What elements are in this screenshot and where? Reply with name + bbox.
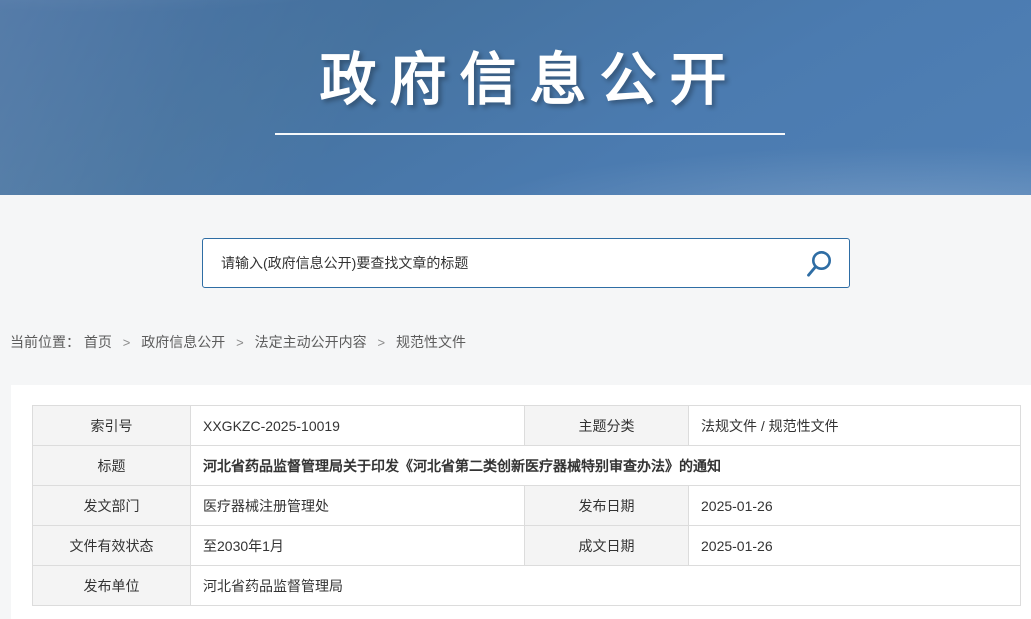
banner-underline (275, 133, 785, 135)
page-title: 政府信息公开 (14, 0, 1031, 116)
content-panel: 索引号 XXGKZC-2025-10019 主题分类 法规文件 / 规范性文件 … (11, 385, 1031, 619)
breadcrumb-item-home[interactable]: 首页 (84, 334, 112, 350)
subject-category-value: 法规文件 / 规范性文件 (689, 406, 1021, 446)
breadcrumb-separator: > (236, 335, 244, 350)
page-banner: 政府信息公开 (0, 0, 1031, 195)
validity-status-label: 文件有效状态 (33, 526, 191, 566)
validity-status-value: 至2030年1月 (191, 526, 525, 566)
search-icon (803, 268, 835, 283)
table-row-index: 索引号 XXGKZC-2025-10019 主题分类 法规文件 / 规范性文件 (33, 406, 1021, 446)
document-metadata-table: 索引号 XXGKZC-2025-10019 主题分类 法规文件 / 规范性文件 … (32, 405, 1021, 606)
table-row-validity: 文件有效状态 至2030年1月 成文日期 2025-01-26 (33, 526, 1021, 566)
search-box (202, 238, 850, 288)
doc-title-value: 河北省药品监督管理局关于印发《河北省第二类创新医疗器械特别审查办法》的通知 (191, 446, 1021, 486)
release-date-value: 2025-01-26 (689, 486, 1021, 526)
table-row-department: 发文部门 医疗器械注册管理处 发布日期 2025-01-26 (33, 486, 1021, 526)
search-section: 当前位置： 首页 > 政府信息公开 > 法定主动公开内容 > 规范性文件 (0, 195, 1031, 385)
release-date-label: 发布日期 (525, 486, 689, 526)
publishing-unit-value: 河北省药品监督管理局 (191, 566, 1021, 606)
breadcrumb-item-normative-docs[interactable]: 规范性文件 (396, 334, 466, 350)
breadcrumb-label: 当前位置： (10, 334, 80, 350)
breadcrumb-separator: > (378, 335, 386, 350)
breadcrumb-item-statutory-disclosure[interactable]: 法定主动公开内容 (255, 334, 367, 350)
issuing-department-label: 发文部门 (33, 486, 191, 526)
written-date-value: 2025-01-26 (689, 526, 1021, 566)
breadcrumb-separator: > (123, 335, 131, 350)
table-row-title: 标题 河北省药品监督管理局关于印发《河北省第二类创新医疗器械特别审查办法》的通知 (33, 446, 1021, 486)
table-row-publisher: 发布单位 河北省药品监督管理局 (33, 566, 1021, 606)
search-input[interactable] (203, 239, 849, 287)
publishing-unit-label: 发布单位 (33, 566, 191, 606)
banner-content: 政府信息公开 (14, 0, 1031, 135)
index-number-label: 索引号 (33, 406, 191, 446)
issuing-department-value: 医疗器械注册管理处 (191, 486, 525, 526)
doc-title-label: 标题 (33, 446, 191, 486)
breadcrumb-item-gov-info[interactable]: 政府信息公开 (141, 334, 225, 350)
search-button[interactable] (803, 248, 835, 280)
breadcrumb: 当前位置： 首页 > 政府信息公开 > 法定主动公开内容 > 规范性文件 (10, 332, 466, 352)
written-date-label: 成文日期 (525, 526, 689, 566)
index-number-value: XXGKZC-2025-10019 (191, 406, 525, 446)
subject-category-label: 主题分类 (525, 406, 689, 446)
